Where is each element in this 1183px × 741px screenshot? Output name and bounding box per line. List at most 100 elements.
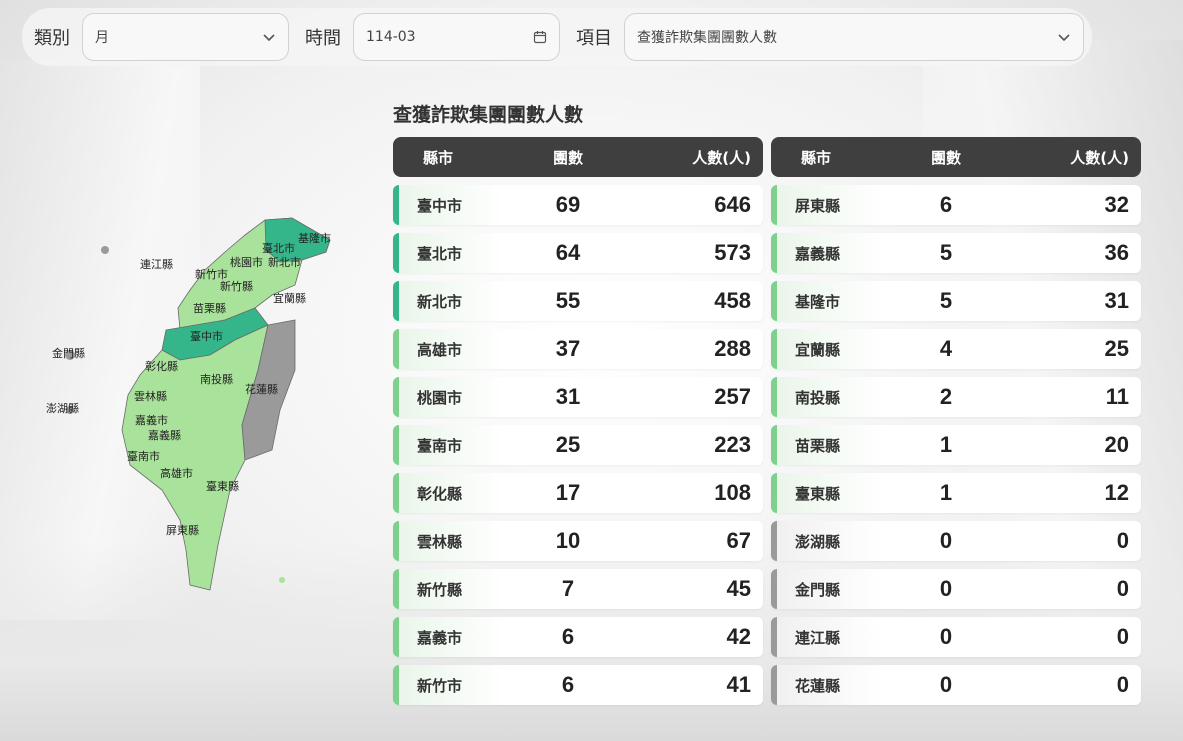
row-people: 288 <box>714 336 751 361</box>
table-row[interactable]: 彰化縣 17 108 <box>393 473 763 513</box>
row-groups: 0 <box>939 528 953 553</box>
row-groups: 2 <box>939 384 953 409</box>
row-county: 新竹市 <box>417 676 463 695</box>
map-label-hsinchu-city: 新竹市 <box>195 267 228 281</box>
row-level-stripe <box>771 617 777 657</box>
row-groups: 0 <box>939 672 953 697</box>
table-row[interactable]: 新竹市 6 41 <box>393 665 763 705</box>
row-county: 花蓮縣 <box>795 676 841 695</box>
row-county: 臺北市 <box>417 244 463 263</box>
table-row[interactable]: 臺中市 69 646 <box>393 185 763 225</box>
row-county: 澎湖縣 <box>795 532 841 551</box>
row-groups: 25 <box>555 432 581 457</box>
row-county: 高雄市 <box>417 340 463 359</box>
table-row[interactable]: 苗栗縣 1 20 <box>771 425 1141 465</box>
header-groups: 團數 <box>552 148 583 167</box>
row-people: 12 <box>1104 480 1129 505</box>
row-people: 32 <box>1104 192 1129 217</box>
row-people: 223 <box>714 432 751 457</box>
table-row[interactable]: 花蓮縣 0 0 <box>771 665 1141 705</box>
row-level-stripe <box>771 281 777 321</box>
map-label-chiayi-city: 嘉義市 <box>135 413 168 427</box>
item-select[interactable]: 查獲詐欺集團團數人數 <box>624 13 1084 61</box>
row-level-stripe <box>771 233 777 273</box>
table-body-left: 臺中市 69 646 臺北市 64 573 新北市 55 458 高雄市 37 288 桃園市 31 257… <box>393 185 763 705</box>
table-header: 縣市 團數 人數(人) <box>393 137 763 177</box>
table-row[interactable]: 高雄市 37 288 <box>393 329 763 369</box>
row-people: 11 <box>1105 384 1129 409</box>
row-groups: 5 <box>939 240 953 265</box>
row-groups: 55 <box>555 288 581 313</box>
table-row[interactable]: 連江縣 0 0 <box>771 617 1141 657</box>
row-level-stripe <box>771 185 777 225</box>
row-groups: 1 <box>939 480 953 505</box>
row-people: 0 <box>1116 576 1129 601</box>
row-groups: 0 <box>939 624 953 649</box>
calendar-icon <box>533 31 547 44</box>
row-level-stripe <box>393 329 399 369</box>
row-level-stripe <box>393 521 399 561</box>
row-people: 36 <box>1104 240 1129 265</box>
map-label-kinmen: 金門縣 <box>52 346 85 360</box>
table-row[interactable]: 基隆市 5 31 <box>771 281 1141 321</box>
row-county: 金門縣 <box>795 580 841 599</box>
row-level-stripe <box>771 665 777 705</box>
map-label-yilan: 宜蘭縣 <box>273 291 306 305</box>
row-county: 屏東縣 <box>795 196 841 215</box>
map-label-taichung: 臺中市 <box>190 329 223 343</box>
map-label-changhua: 彰化縣 <box>145 359 178 373</box>
map-label-yunlin: 雲林縣 <box>134 389 167 403</box>
table-row[interactable]: 屏東縣 6 32 <box>771 185 1141 225</box>
table-row[interactable]: 雲林縣 10 67 <box>393 521 763 561</box>
map-label-hualien: 花蓮縣 <box>245 382 278 396</box>
table-row[interactable]: 新竹縣 7 45 <box>393 569 763 609</box>
map-label-taipei: 臺北市 <box>262 241 295 255</box>
row-county: 臺中市 <box>417 196 463 215</box>
row-county: 雲林縣 <box>417 532 463 551</box>
table-row[interactable]: 嘉義市 6 42 <box>393 617 763 657</box>
row-county: 連江縣 <box>795 628 841 647</box>
header-county: 縣市 <box>801 148 832 167</box>
row-level-stripe <box>771 521 777 561</box>
table-row[interactable]: 澎湖縣 0 0 <box>771 521 1141 561</box>
row-people: 45 <box>726 576 751 601</box>
table-row[interactable]: 臺北市 64 573 <box>393 233 763 273</box>
map-label-taitung: 臺東縣 <box>206 479 239 493</box>
row-people: 458 <box>714 288 751 313</box>
row-people: 41 <box>726 672 751 697</box>
row-county: 新北市 <box>417 292 463 311</box>
row-people: 573 <box>714 240 751 265</box>
map-island-lienchiang[interactable] <box>101 246 109 254</box>
item-value: 查獲詐欺集團團數人數 <box>637 30 777 46</box>
map-label-miaoli: 苗栗縣 <box>193 302 226 315</box>
row-level-stripe <box>393 233 399 273</box>
table-row[interactable]: 臺東縣 1 12 <box>771 473 1141 513</box>
time-label: 時間 <box>305 28 341 49</box>
row-level-stripe <box>393 377 399 417</box>
table-row[interactable]: 金門縣 0 0 <box>771 569 1141 609</box>
table-row[interactable]: 宜蘭縣 4 25 <box>771 329 1141 369</box>
table-row[interactable]: 新北市 55 458 <box>393 281 763 321</box>
row-people: 646 <box>714 192 751 217</box>
row-level-stripe <box>771 425 777 465</box>
table-row[interactable]: 桃園市 31 257 <box>393 377 763 417</box>
table-row[interactable]: 南投縣 2 11 <box>771 377 1141 417</box>
section-title: 查獲詐欺集團團數人數 <box>393 104 584 126</box>
map-label-lienchiang: 連江縣 <box>140 257 173 271</box>
row-people: 108 <box>714 480 751 505</box>
map-label-new-taipei: 新北市 <box>268 255 301 269</box>
table-row[interactable]: 臺南市 25 223 <box>393 425 763 465</box>
table-row[interactable]: 嘉義縣 5 36 <box>771 233 1141 273</box>
time-picker[interactable]: 114-03 <box>353 13 560 61</box>
row-county: 南投縣 <box>795 388 841 407</box>
map-label-hsinchu-county: 新竹縣 <box>220 279 253 293</box>
row-groups: 7 <box>561 576 575 601</box>
row-county: 臺東縣 <box>795 484 841 503</box>
row-level-stripe <box>393 569 399 609</box>
row-groups: 5 <box>939 288 953 313</box>
map-island-green[interactable] <box>279 577 285 583</box>
category-select[interactable]: 月 <box>82 13 289 61</box>
category-value: 月 <box>95 30 109 46</box>
table-left: 縣市 團數 人數(人) 臺中市 69 646 臺北市 64 573 新北市 55 458 高雄市 3… <box>393 137 763 713</box>
row-people: 20 <box>1104 432 1129 457</box>
